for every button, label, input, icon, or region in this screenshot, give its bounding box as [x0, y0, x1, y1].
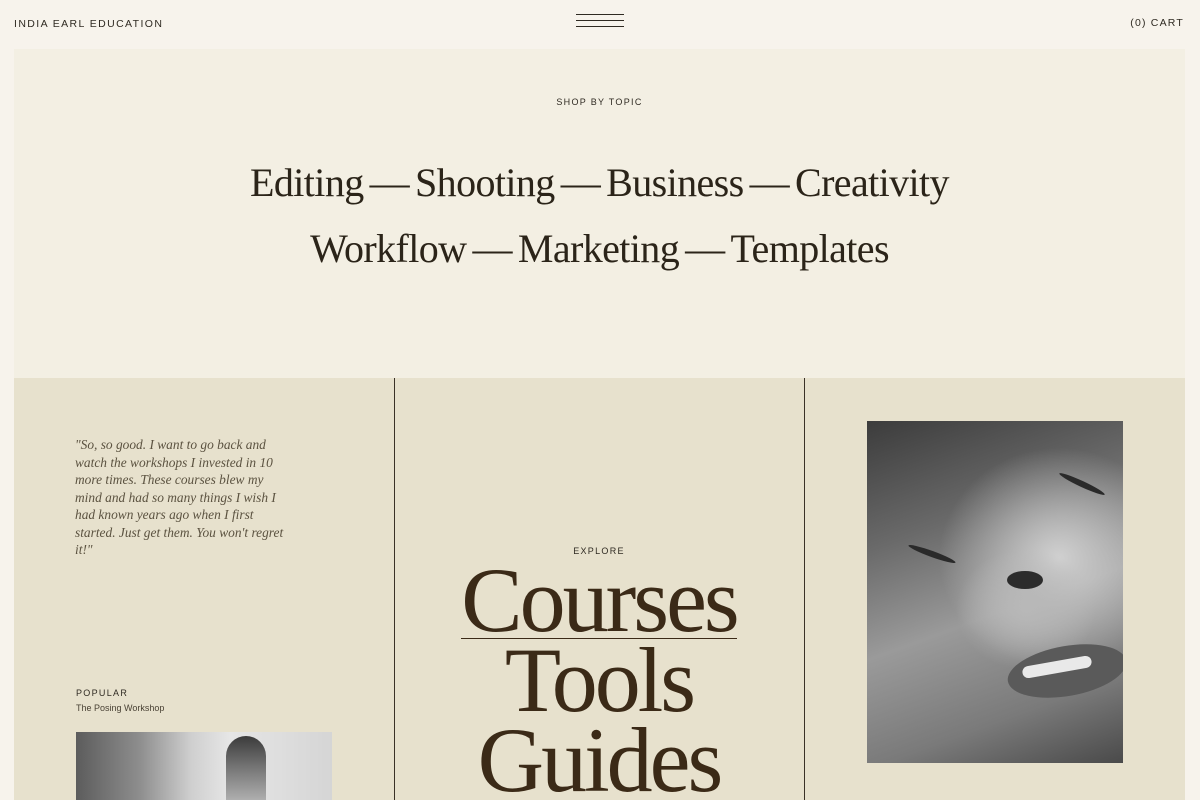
popular-workshop-link[interactable]: The Posing Workshop [76, 703, 164, 713]
topic-separator: — [472, 226, 512, 271]
popular-workshop-image[interactable] [76, 732, 332, 800]
hamburger-menu-icon[interactable] [576, 13, 624, 29]
topic-separator: — [369, 160, 410, 205]
portrait-photo [867, 421, 1123, 763]
topic-row-1: Editing — Shooting — Business — Creativity [14, 159, 1185, 206]
model-figure [226, 736, 266, 800]
portrait-nose [1007, 571, 1043, 589]
topic-marketing[interactable]: Marketing [518, 226, 680, 271]
portrait-eye [907, 542, 957, 566]
topic-editing[interactable]: Editing [250, 160, 364, 205]
topic-row-2: Workflow — Marketing — Templates [14, 225, 1185, 272]
column-divider [804, 378, 805, 800]
menu-line [576, 14, 624, 15]
topic-separator: — [685, 226, 725, 271]
menu-line [576, 26, 624, 27]
menu-line [576, 20, 624, 21]
topic-separator: — [560, 160, 601, 205]
popular-label: POPULAR [76, 688, 129, 698]
topic-workflow[interactable]: Workflow [310, 226, 467, 271]
shop-by-topic-label: SHOP BY TOPIC [556, 97, 643, 107]
site-header: INDIA EARL EDUCATION (0) CART [0, 0, 1200, 48]
explore-section: "So, so good. I want to go back and watc… [14, 378, 1185, 800]
shop-by-topic-section: SHOP BY TOPIC Editing — Shooting — Business —… [14, 49, 1185, 378]
portrait-eye [1058, 470, 1106, 498]
explore-courses-text: Courses [461, 549, 740, 651]
topic-shooting[interactable]: Shooting [415, 160, 555, 205]
topic-business[interactable]: Business [606, 160, 744, 205]
brand-logo[interactable]: INDIA EARL EDUCATION [14, 18, 163, 30]
cart-link[interactable]: (0) CART [1130, 17, 1184, 29]
topic-templates[interactable]: Templates [731, 226, 890, 271]
explore-guides-link[interactable]: Guides [394, 714, 804, 800]
testimonial-quote: "So, so good. I want to go back and watc… [75, 437, 284, 557]
topic-creativity[interactable]: Creativity [795, 160, 950, 205]
topic-separator: — [749, 160, 790, 205]
